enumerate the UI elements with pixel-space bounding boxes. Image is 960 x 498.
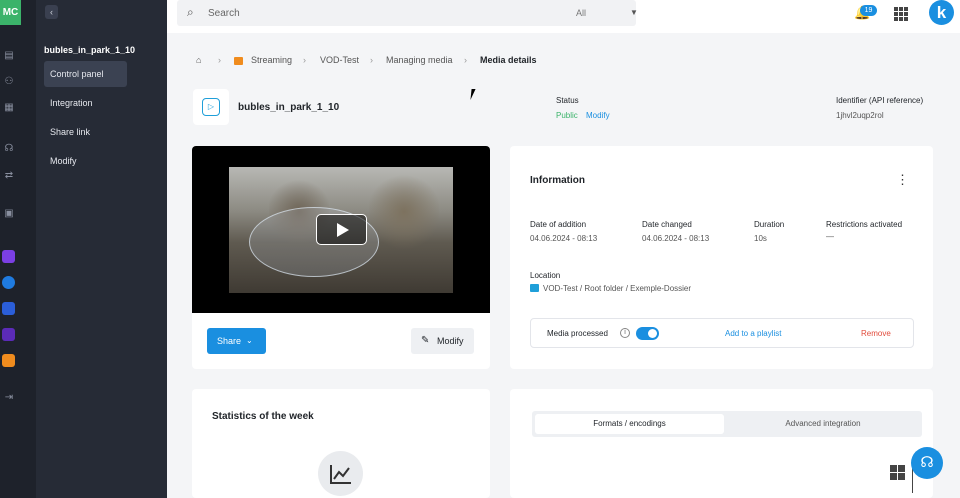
monitor-icon[interactable]: ▣: [3, 208, 15, 220]
information-title: Information: [530, 175, 585, 186]
media-processed-label: Media processed: [547, 329, 608, 338]
mouse-cursor: [470, 89, 480, 100]
date-added-value: 04.06.2024 - 08:13: [530, 234, 598, 243]
apps-grid-icon[interactable]: [894, 7, 908, 21]
statistics-title: Statistics of the week: [212, 411, 314, 422]
breadcrumb-separator: ›: [218, 55, 221, 65]
restrictions-label: Restrictions activated: [826, 220, 903, 229]
breadcrumb-vod-test[interactable]: VOD-Test: [320, 55, 359, 65]
headset-icon[interactable]: ☊: [3, 143, 15, 155]
location-label: Location: [530, 271, 561, 280]
search-input[interactable]: Search: [208, 8, 240, 19]
avatar[interactable]: MC: [0, 0, 21, 25]
building-icon[interactable]: ▦: [3, 102, 15, 114]
search-bar[interactable]: ⌕ Search All ▼: [177, 0, 638, 26]
users-icon[interactable]: ⚇: [3, 76, 15, 88]
caret-down-icon[interactable]: ▼: [630, 8, 638, 17]
app-purple-icon[interactable]: [2, 250, 15, 263]
modify-button[interactable]: ✎ Modify: [411, 328, 474, 354]
breadcrumb-separator: ›: [303, 55, 306, 65]
info-icon[interactable]: i: [620, 328, 630, 338]
tab-formats-encodings[interactable]: Formats / encodings: [535, 414, 724, 434]
formats-card: Formats / encodings Advanced integration: [510, 389, 933, 498]
home-icon[interactable]: ⌂: [196, 55, 201, 65]
grid-view-icon[interactable]: [890, 465, 905, 480]
streaming-icon: [234, 57, 243, 65]
search-icon: ⌕: [187, 5, 194, 19]
app-streaming-icon[interactable]: [2, 354, 15, 367]
duration-value: 10s: [754, 234, 767, 243]
location-value[interactable]: VOD-Test / Root folder / Exemple-Dossier: [543, 284, 691, 293]
app-blue-circle-icon[interactable]: [2, 276, 15, 289]
date-added-label: Date of addition: [530, 220, 587, 229]
page-title: bubles_in_park_1_10: [238, 102, 340, 113]
sidebar-item-control-panel[interactable]: Control panel: [44, 61, 127, 87]
icon-rail: MC ▤ ⚇ ▦ ☊ ⇄ ▣ ⇥: [0, 0, 36, 498]
media-sidebar: ‹ bubles_in_park_1_10 Control panel Inte…: [36, 0, 167, 498]
sidebar-item-integration[interactable]: Integration: [44, 90, 127, 116]
collapse-sidebar-button[interactable]: ‹: [45, 5, 58, 19]
media-processed-panel: Media processed i Add to a playlist Remo…: [530, 318, 914, 348]
breadcrumb-separator: ›: [464, 55, 467, 65]
duration-label: Duration: [754, 220, 785, 229]
statistics-card: Statistics of the week: [192, 389, 490, 498]
support-headset-button[interactable]: ☊: [911, 447, 943, 479]
folder-icon: [530, 284, 539, 292]
top-bar: ⌕ Search All ▼ 🔔 19 k: [167, 0, 960, 33]
date-changed-value: 04.06.2024 - 08:13: [642, 234, 710, 243]
network-icon[interactable]: ⇄: [3, 170, 15, 182]
breadcrumb-separator: ›: [370, 55, 373, 65]
media-thumbnail: ▷: [193, 89, 229, 125]
status-modify-link[interactable]: Modify: [586, 111, 610, 120]
breadcrumb-streaming[interactable]: Streaming: [251, 55, 292, 65]
more-options-icon[interactable]: ⋮: [896, 172, 909, 188]
brand-logo[interactable]: k: [929, 0, 954, 25]
app-cube-icon[interactable]: [2, 302, 15, 315]
status-badge: Public: [556, 111, 578, 120]
video-player[interactable]: [192, 146, 490, 313]
sidebar-item-share-link[interactable]: Share link: [44, 119, 127, 145]
pencil-icon: ✎: [421, 335, 430, 346]
video-card: Share ⌄ ✎ Modify: [192, 146, 490, 369]
chart-icon: [318, 451, 363, 496]
sidebar-media-title: bubles_in_park_1_10: [44, 45, 136, 55]
tab-advanced-integration[interactable]: Advanced integration: [727, 414, 919, 434]
status-label: Status: [556, 96, 579, 105]
chevron-down-icon: ⌄: [246, 336, 253, 345]
add-to-playlist-link[interactable]: Add to a playlist: [725, 329, 781, 338]
notification-badge[interactable]: 19: [860, 5, 877, 16]
logout-icon[interactable]: ⇥: [3, 392, 15, 404]
identifier-value: 1jhvl2uqp2rol: [836, 111, 884, 120]
date-changed-label: Date changed: [642, 220, 692, 229]
formats-tabs: Formats / encodings Advanced integration: [532, 411, 922, 437]
media-icon[interactable]: ▤: [3, 50, 15, 62]
chevron-left-icon: ‹: [50, 7, 53, 17]
remove-link[interactable]: Remove: [861, 329, 891, 338]
breadcrumb-current: Media details: [480, 55, 537, 65]
sidebar-item-modify[interactable]: Modify: [44, 148, 127, 174]
breadcrumb-managing-media[interactable]: Managing media: [386, 55, 453, 65]
information-card: Information ⋮ Date of addition 04.06.202…: [510, 146, 933, 369]
headset-icon: ☊: [920, 454, 934, 471]
video-play-icon: ▷: [202, 98, 220, 116]
identifier-label: Identifier (API reference): [836, 96, 924, 105]
play-button[interactable]: [316, 214, 367, 245]
media-processed-toggle[interactable]: [636, 327, 659, 340]
restrictions-value: —: [826, 232, 834, 241]
share-button[interactable]: Share ⌄: [207, 328, 266, 354]
app-violet-icon[interactable]: [2, 328, 15, 341]
search-scope-select[interactable]: All: [576, 8, 586, 18]
